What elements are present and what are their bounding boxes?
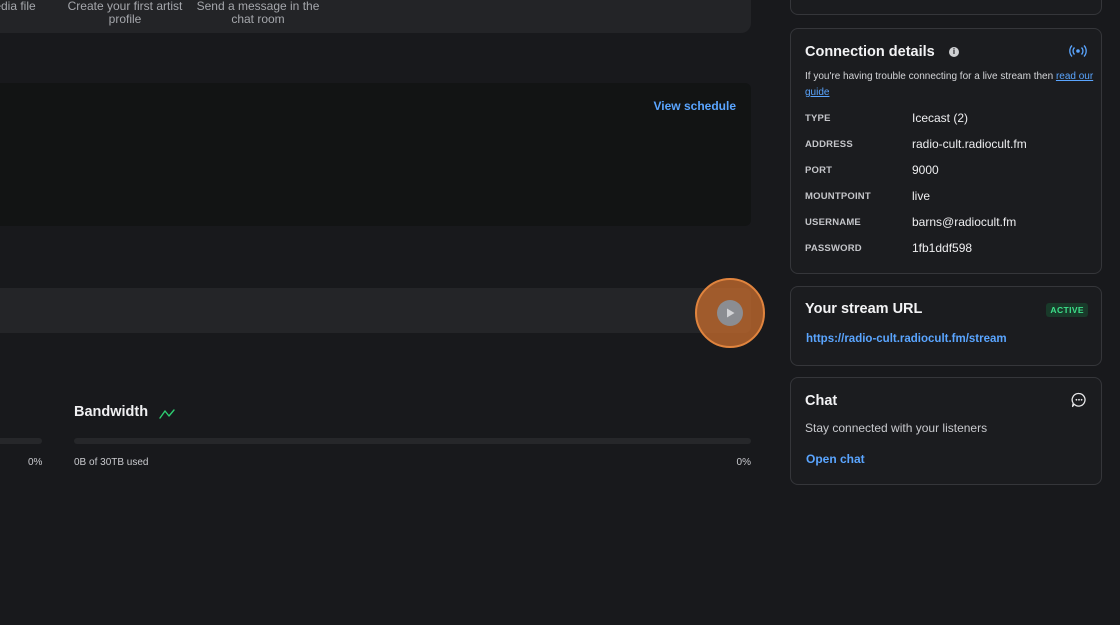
connection-value-mountpoint: live bbox=[912, 189, 931, 203]
connection-value-port: 9000 bbox=[912, 163, 939, 177]
connection-value-password: 1fb1ddf598 bbox=[912, 241, 973, 255]
connection-key-address: ADDRESS bbox=[805, 139, 853, 150]
quick-action-label: edia file bbox=[0, 0, 36, 13]
quick-action-label: Send a message in the chat room bbox=[196, 0, 320, 26]
stream-url-card: Your stream URL ACTIVE https://radio-cul… bbox=[790, 286, 1102, 366]
chat-card: Chat Stay connected with your listeners … bbox=[790, 377, 1102, 485]
status-badge: ACTIVE bbox=[1046, 303, 1088, 317]
open-chat-link[interactable]: Open chat bbox=[806, 452, 865, 466]
connection-value-type: Icecast (2) bbox=[912, 111, 969, 125]
quick-actions-card: edia file Create your first artist profi… bbox=[0, 0, 751, 33]
quick-action-artist-profile[interactable]: Create your first artist profile bbox=[63, 0, 187, 26]
quick-action-chat-message[interactable]: Send a message in the chat room bbox=[196, 0, 320, 26]
connection-help-text: If you're having trouble connecting for … bbox=[805, 71, 1054, 82]
broadcast-icon bbox=[1069, 44, 1087, 63]
connection-key-port: PORT bbox=[805, 165, 833, 176]
connection-key-type: TYPE bbox=[805, 113, 831, 124]
player-bar bbox=[0, 288, 751, 333]
chat-subtitle: Stay connected with your listeners bbox=[805, 421, 988, 435]
bandwidth-bar bbox=[74, 438, 751, 444]
bandwidth-title: Bandwidth bbox=[74, 404, 149, 420]
bandwidth-percent: 0% bbox=[736, 457, 751, 468]
info-icon[interactable]: i bbox=[949, 47, 959, 57]
play-button[interactable] bbox=[695, 278, 765, 348]
connection-value-username: barns@radiocult.fm bbox=[912, 215, 1017, 229]
quick-action-upload[interactable]: edia file bbox=[0, 0, 55, 13]
schedule-panel: View schedule bbox=[0, 83, 751, 226]
connection-key-username: USERNAME bbox=[805, 217, 861, 228]
connection-key-password: PASSWORD bbox=[805, 243, 862, 254]
play-icon bbox=[717, 300, 743, 326]
stream-url-link[interactable]: https://radio-cult.radiocult.fm/stream bbox=[806, 333, 1007, 345]
connection-key-mountpoint: MOUNTPOINT bbox=[805, 191, 871, 202]
chat-title: Chat bbox=[805, 393, 838, 409]
quick-action-label: Create your first artist profile bbox=[67, 0, 183, 26]
connection-details-card: Connection details i If you're having tr… bbox=[790, 28, 1102, 274]
storage-usage-bar bbox=[0, 438, 42, 444]
chat-bubble-icon bbox=[1071, 392, 1087, 413]
view-schedule-link[interactable]: View schedule bbox=[654, 99, 736, 113]
connection-help: If you're having trouble connecting for … bbox=[805, 69, 1095, 101]
storage-usage-percent: 0% bbox=[28, 457, 43, 468]
bandwidth-used: 0B of 30TB used bbox=[74, 457, 149, 468]
stream-title: Your stream URL bbox=[805, 301, 923, 317]
top-card-stub bbox=[790, 0, 1102, 15]
dashboard-page: edia file Create your first artist profi… bbox=[0, 0, 1120, 625]
trend-icon bbox=[159, 407, 175, 425]
connection-title: Connection details bbox=[805, 44, 935, 60]
connection-value-address: radio-cult.radiocult.fm bbox=[912, 137, 1027, 151]
